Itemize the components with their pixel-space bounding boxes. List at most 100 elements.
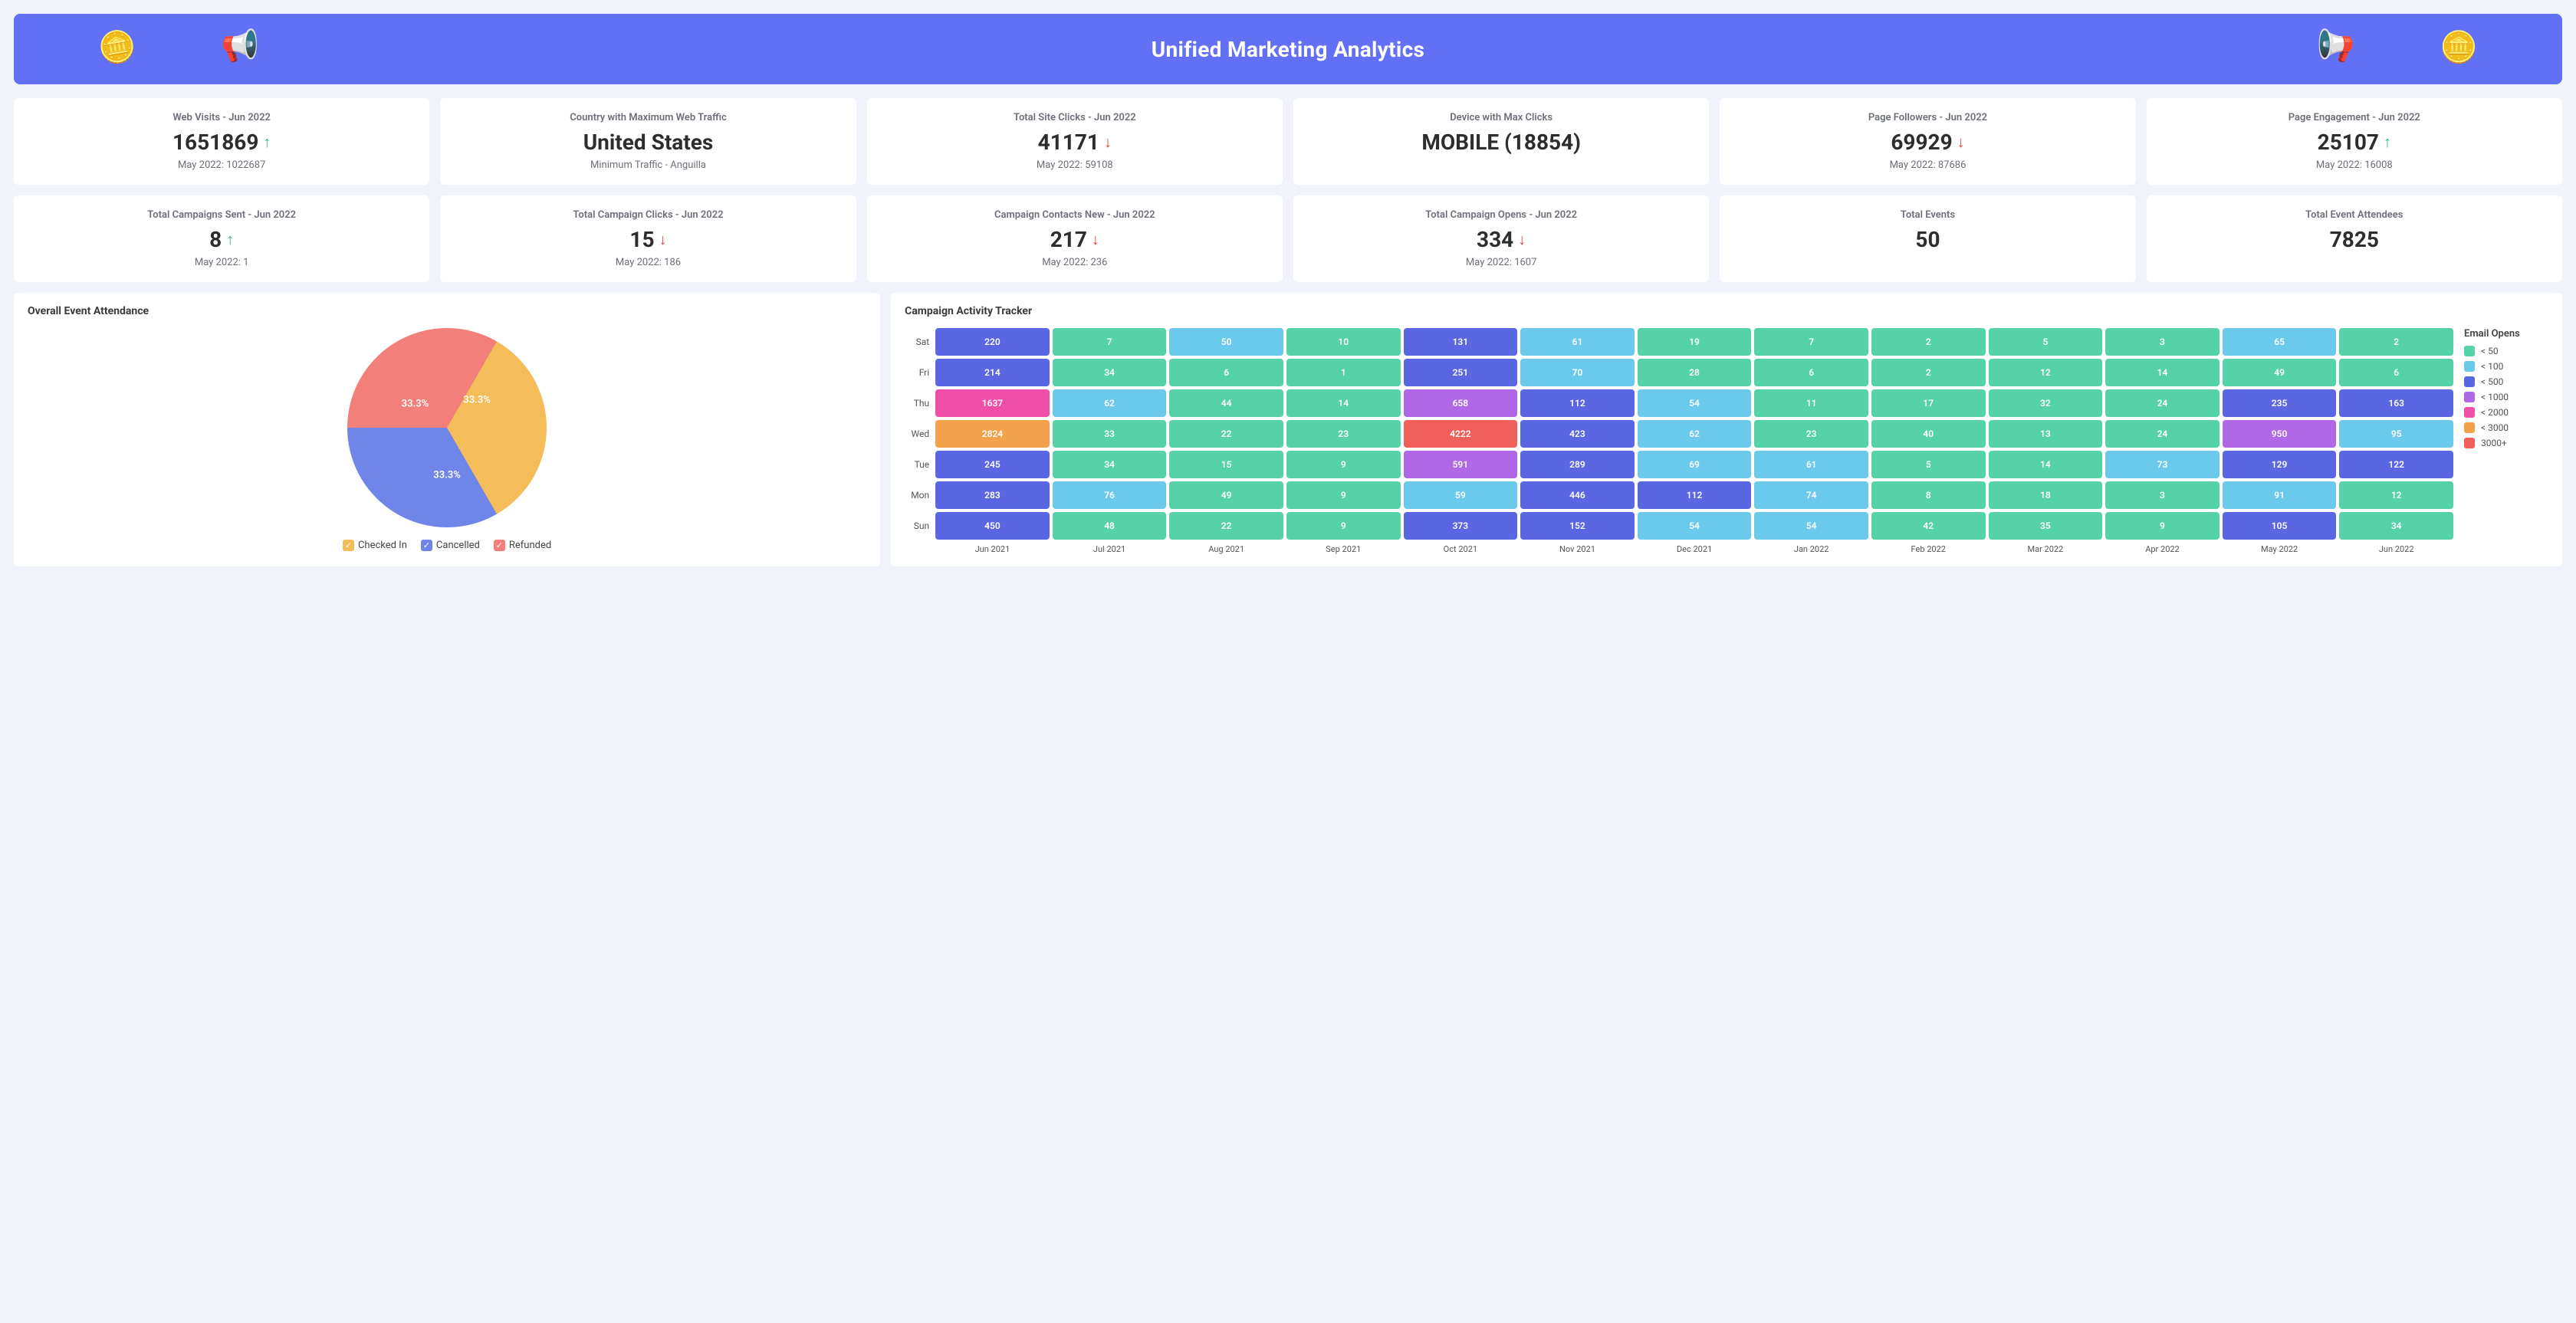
legend-item[interactable]: < 3000 <box>2464 422 2548 433</box>
heatmap-cell[interactable]: 48 <box>1053 512 1167 540</box>
heatmap-cell[interactable]: 11 <box>1754 389 1868 417</box>
heatmap-cell[interactable]: 12 <box>2339 481 2453 509</box>
legend-item[interactable]: ✓Checked In <box>343 540 407 551</box>
heatmap-cell[interactable]: 34 <box>2339 512 2453 540</box>
heatmap-cell[interactable]: 163 <box>2339 389 2453 417</box>
heatmap-cell[interactable]: 112 <box>1638 481 1752 509</box>
heatmap-cell[interactable]: 9 <box>2105 512 2220 540</box>
heatmap-cell[interactable]: 54 <box>1638 389 1752 417</box>
legend-item[interactable]: < 2000 <box>2464 407 2548 418</box>
heatmap-cell[interactable]: 251 <box>1404 359 1518 386</box>
legend-item[interactable]: ✓Cancelled <box>421 540 480 551</box>
heatmap-cell[interactable]: 373 <box>1404 512 1518 540</box>
heatmap-cell[interactable]: 10 <box>1286 328 1401 356</box>
heatmap-cell[interactable]: 32 <box>1989 389 2103 417</box>
heatmap-cell[interactable]: 6 <box>2339 359 2453 386</box>
legend-item[interactable]: ✓Refunded <box>494 540 551 551</box>
heatmap-cell[interactable]: 7 <box>1754 328 1868 356</box>
heatmap-cell[interactable]: 33 <box>1053 420 1167 448</box>
heatmap-cell[interactable]: 450 <box>935 512 1050 540</box>
heatmap-cell[interactable]: 34 <box>1053 451 1167 478</box>
heatmap-cell[interactable]: 40 <box>1871 420 1986 448</box>
heatmap-cell[interactable]: 34 <box>1053 359 1167 386</box>
heatmap-cell[interactable]: 283 <box>935 481 1050 509</box>
heatmap-cell[interactable]: 24 <box>2105 389 2220 417</box>
legend-item[interactable]: < 500 <box>2464 376 2548 387</box>
heatmap-cell[interactable]: 235 <box>2223 389 2337 417</box>
heatmap-cell[interactable]: 129 <box>2223 451 2337 478</box>
heatmap-cell[interactable]: 54 <box>1754 512 1868 540</box>
heatmap-cell[interactable]: 2 <box>1871 328 1986 356</box>
heatmap-cell[interactable]: 15 <box>1169 451 1283 478</box>
heatmap-cell[interactable]: 12 <box>1989 359 2103 386</box>
heatmap-cell[interactable]: 446 <box>1520 481 1635 509</box>
heatmap-cell[interactable]: 14 <box>1286 389 1401 417</box>
heatmap-cell[interactable]: 131 <box>1404 328 1518 356</box>
heatmap-cell[interactable]: 49 <box>1169 481 1283 509</box>
heatmap-cell[interactable]: 2 <box>1871 359 1986 386</box>
heatmap-cell[interactable]: 62 <box>1053 389 1167 417</box>
heatmap-cell[interactable]: 18 <box>1989 481 2103 509</box>
heatmap-cell[interactable]: 44 <box>1169 389 1283 417</box>
heatmap-cell[interactable]: 122 <box>2339 451 2453 478</box>
legend-item[interactable]: < 50 <box>2464 346 2548 356</box>
heatmap-cell[interactable]: 289 <box>1520 451 1635 478</box>
heatmap-cell[interactable]: 19 <box>1638 328 1752 356</box>
heatmap-cell[interactable]: 70 <box>1520 359 1635 386</box>
heatmap-cell[interactable]: 214 <box>935 359 1050 386</box>
heatmap-cell[interactable]: 91 <box>2223 481 2337 509</box>
heatmap-cell[interactable]: 61 <box>1754 451 1868 478</box>
legend-item[interactable]: < 1000 <box>2464 392 2548 402</box>
heatmap-cell[interactable]: 61 <box>1520 328 1635 356</box>
heatmap-cell[interactable]: 2 <box>2339 328 2453 356</box>
heatmap-cell[interactable]: 591 <box>1404 451 1518 478</box>
heatmap-cell[interactable]: 2824 <box>935 420 1050 448</box>
heatmap-cell[interactable]: 423 <box>1520 420 1635 448</box>
heatmap-cell[interactable]: 9 <box>1286 451 1401 478</box>
heatmap-cell[interactable]: 950 <box>2223 420 2337 448</box>
heatmap-cell[interactable]: 35 <box>1989 512 2103 540</box>
heatmap-cell[interactable]: 5 <box>1989 328 2103 356</box>
heatmap-cell[interactable]: 23 <box>1286 420 1401 448</box>
heatmap-cell[interactable]: 5 <box>1871 451 1986 478</box>
heatmap-cell[interactable]: 54 <box>1638 512 1752 540</box>
heatmap-cell[interactable]: 95 <box>2339 420 2453 448</box>
legend-item[interactable]: 3000+ <box>2464 438 2548 448</box>
heatmap-cell[interactable]: 74 <box>1754 481 1868 509</box>
heatmap-cell[interactable]: 105 <box>2223 512 2337 540</box>
heatmap-cell[interactable]: 220 <box>935 328 1050 356</box>
heatmap-cell[interactable]: 8 <box>1871 481 1986 509</box>
heatmap-cell[interactable]: 152 <box>1520 512 1635 540</box>
heatmap-cell[interactable]: 658 <box>1404 389 1518 417</box>
heatmap-cell[interactable]: 6 <box>1169 359 1283 386</box>
heatmap-cell[interactable]: 50 <box>1169 328 1283 356</box>
heatmap-cell[interactable]: 73 <box>2105 451 2220 478</box>
heatmap-cell[interactable]: 17 <box>1871 389 1986 417</box>
heatmap-cell[interactable]: 62 <box>1638 420 1752 448</box>
heatmap-cell[interactable]: 65 <box>2223 328 2337 356</box>
heatmap-cell[interactable]: 23 <box>1754 420 1868 448</box>
heatmap-cell[interactable]: 1 <box>1286 359 1401 386</box>
heatmap-cell[interactable]: 9 <box>1286 481 1401 509</box>
heatmap-cell[interactable]: 9 <box>1286 512 1401 540</box>
heatmap-cell[interactable]: 59 <box>1404 481 1518 509</box>
heatmap-cell[interactable]: 3 <box>2105 481 2220 509</box>
heatmap-cell[interactable]: 69 <box>1638 451 1752 478</box>
heatmap-cell[interactable]: 22 <box>1169 420 1283 448</box>
heatmap-cell[interactable]: 112 <box>1520 389 1635 417</box>
heatmap-cell[interactable]: 4222 <box>1404 420 1518 448</box>
heatmap-cell[interactable]: 76 <box>1053 481 1167 509</box>
heatmap-cell[interactable]: 22 <box>1169 512 1283 540</box>
heatmap-cell[interactable]: 6 <box>1754 359 1868 386</box>
heatmap-cell[interactable]: 24 <box>2105 420 2220 448</box>
heatmap-cell[interactable]: 7 <box>1053 328 1167 356</box>
heatmap-cell[interactable]: 14 <box>1989 451 2103 478</box>
heatmap-cell[interactable]: 245 <box>935 451 1050 478</box>
heatmap-cell[interactable]: 49 <box>2223 359 2337 386</box>
heatmap-cell[interactable]: 13 <box>1989 420 2103 448</box>
legend-item[interactable]: < 100 <box>2464 361 2548 372</box>
heatmap-cell[interactable]: 3 <box>2105 328 2220 356</box>
heatmap-cell[interactable]: 42 <box>1871 512 1986 540</box>
heatmap-cell[interactable]: 14 <box>2105 359 2220 386</box>
heatmap-cell[interactable]: 1637 <box>935 389 1050 417</box>
